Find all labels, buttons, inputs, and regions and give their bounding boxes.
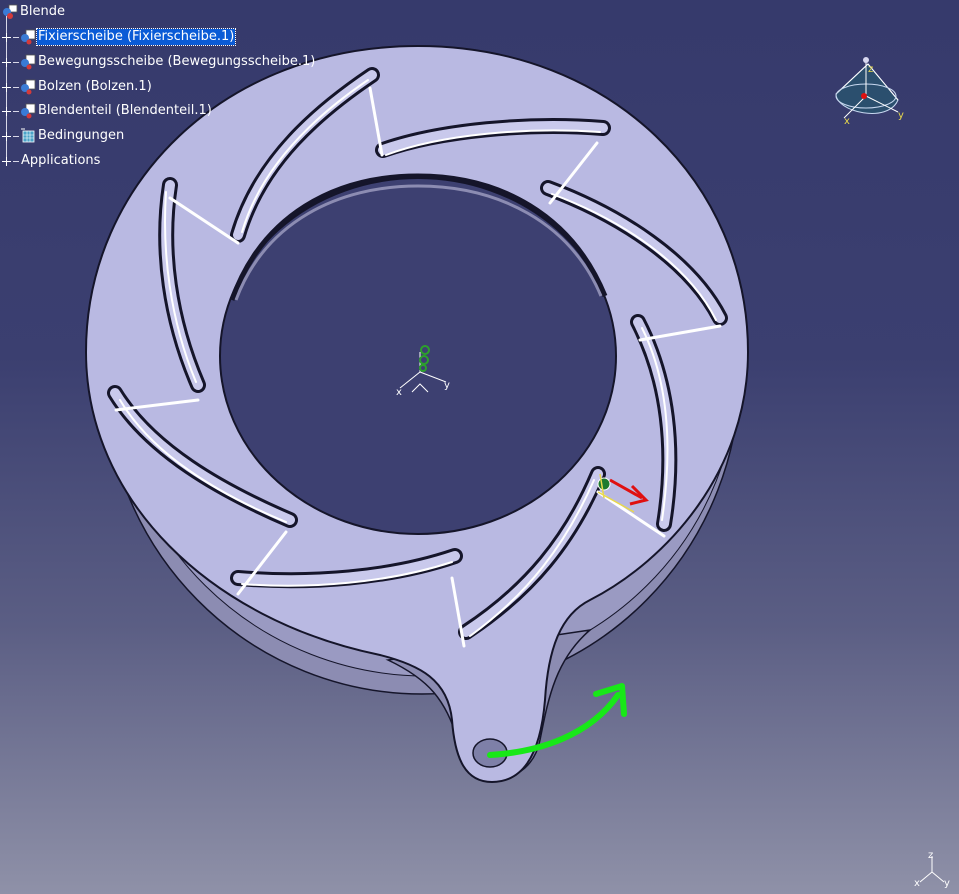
compass-y-label: y xyxy=(898,110,904,121)
expand-toggle-icon[interactable] xyxy=(2,57,11,67)
tree-item-bewegungsscheibe[interactable]: Bewegungsscheibe (Bewegungsscheibe.1) xyxy=(2,53,316,71)
axis-triad: z x y xyxy=(914,850,950,888)
mini-axis-x-label: x xyxy=(914,878,920,888)
tree-item-fixierscheibe[interactable]: Fixierscheibe (Fixierscheibe.1) xyxy=(2,28,237,46)
expand-toggle-icon[interactable] xyxy=(2,32,11,42)
tree-item-label: Blendenteil (Blendenteil.1) xyxy=(38,103,212,118)
tree-item-bedingungen[interactable]: Bedingungen xyxy=(2,127,125,145)
part-icon xyxy=(21,103,36,119)
tree-item-applications[interactable]: Applications xyxy=(2,152,101,170)
product-icon xyxy=(3,4,18,19)
tree-item-blendenteil[interactable]: Blendenteil (Blendenteil.1) xyxy=(2,102,213,120)
part-icon xyxy=(21,54,36,70)
compass-widget[interactable]: z x y xyxy=(828,56,908,126)
tree-item-label: Bolzen (Bolzen.1) xyxy=(38,79,152,94)
expand-toggle-icon[interactable] xyxy=(2,131,11,141)
part-icon xyxy=(21,29,36,45)
expand-toggle-icon[interactable] xyxy=(2,156,11,166)
tree-item-bolzen[interactable]: Bolzen (Bolzen.1) xyxy=(2,78,153,96)
mini-axis-y-label: y xyxy=(944,878,950,888)
compass-x-label: x xyxy=(844,116,850,126)
mini-axis-z-label: z xyxy=(928,850,933,861)
origin-axis-y-label: y xyxy=(444,380,450,391)
part-icon xyxy=(21,79,36,95)
tree-item-label: Bewegungsscheibe (Bewegungsscheibe.1) xyxy=(38,54,316,69)
tree-item-label: Bedingungen xyxy=(38,128,125,143)
tree-item-label: Fixierscheibe (Fixierscheibe.1) xyxy=(35,28,237,46)
tree-item-label: Applications xyxy=(21,153,101,168)
tree-root-blende[interactable]: Blende xyxy=(2,3,66,21)
tree-root-label: Blende xyxy=(20,4,66,19)
inner-bore xyxy=(219,177,617,535)
constraints-icon xyxy=(21,128,35,143)
3d-viewport[interactable]: x y Blende Fixierscheibe (Fixierscheibe.… xyxy=(0,0,959,894)
expand-toggle-icon[interactable] xyxy=(2,82,11,92)
origin-axis-x-label: x xyxy=(396,387,402,398)
specification-tree[interactable]: Blende Fixierscheibe (Fixierscheibe.1) B… xyxy=(0,0,320,175)
expand-toggle-icon[interactable] xyxy=(2,106,11,116)
compass-z-label: z xyxy=(868,64,873,75)
